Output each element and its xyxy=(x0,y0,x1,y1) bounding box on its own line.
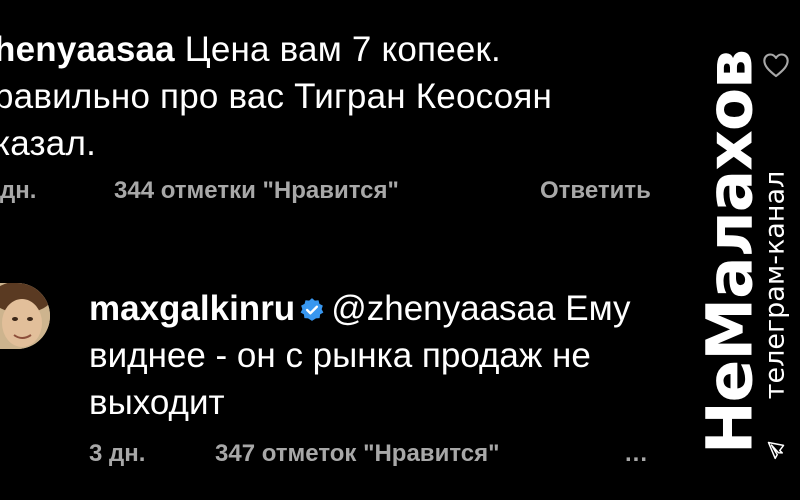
comment-text: henyaasaa Цена вам 7 копеек. равильно пр… xyxy=(0,26,644,167)
more-options-button[interactable]: ... xyxy=(625,440,648,468)
watermark-title: НеМалахов xyxy=(693,49,767,455)
reply-username[interactable]: maxgalkinru xyxy=(89,289,295,328)
reply-line-2: выходит xyxy=(89,383,225,422)
watermark-subtitle: телеграм-канал xyxy=(759,170,791,400)
reply-mention[interactable]: @zhenyaasaa xyxy=(331,289,555,328)
reply-time: 3 дн. xyxy=(89,440,146,467)
reply-button[interactable]: Ответить xyxy=(540,177,651,205)
comment-likes-count[interactable]: 344 отметки "Нравится" xyxy=(114,177,399,205)
watermark: НеМалахов телеграм-канал xyxy=(672,0,800,500)
comment-username[interactable]: henyaasaa xyxy=(0,30,175,69)
comment-line-2: равильно про вас Тигран Кеосоян xyxy=(0,77,553,116)
comment-line-1: Цена вам 7 копеек. xyxy=(184,30,501,69)
reply-text: maxgalkinru @zhenyaasaa Ему виднее - он … xyxy=(89,285,669,426)
comment-line-3: казал. xyxy=(0,124,97,163)
reply-text-first: Ему xyxy=(565,289,631,328)
comment-time: дн. xyxy=(0,177,37,204)
verified-badge-icon xyxy=(300,298,324,321)
reply-likes-count[interactable]: 347 отметок "Нравится" xyxy=(215,440,499,468)
avatar[interactable] xyxy=(0,283,50,349)
telegram-icon xyxy=(767,441,785,460)
reply-line-1: виднее - он с рынка продаж не xyxy=(89,336,591,375)
